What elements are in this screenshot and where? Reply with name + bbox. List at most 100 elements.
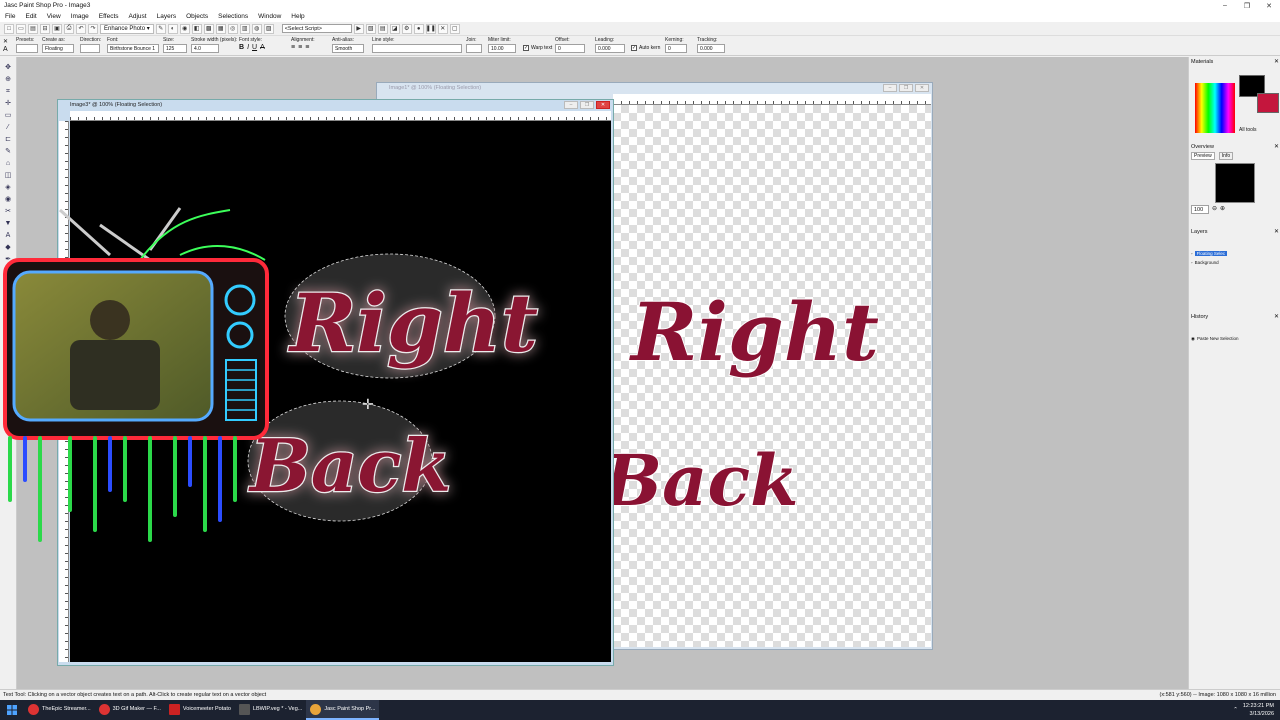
doc-maximize-button[interactable]: ❐ bbox=[580, 101, 594, 109]
info-tab[interactable]: Info bbox=[1218, 152, 1234, 160]
taskbar-app[interactable]: Voicemeeter Potato bbox=[165, 700, 235, 720]
zoom-tool-icon[interactable]: ⊕ bbox=[3, 75, 13, 85]
browse-icon[interactable]: ▤ bbox=[28, 23, 38, 34]
menu-window[interactable]: Window bbox=[253, 13, 286, 20]
align-left-icon[interactable]: ≡ bbox=[291, 44, 295, 51]
new-file-icon[interactable]: □ bbox=[4, 23, 14, 34]
create-as-dropdown[interactable]: Floating bbox=[42, 44, 74, 53]
preview-tab[interactable]: Preview bbox=[1191, 152, 1215, 160]
export-icon[interactable]: ▨ bbox=[263, 23, 274, 34]
clone-brush-icon[interactable]: ⌂ bbox=[3, 159, 13, 169]
adjust-icon[interactable]: ◐ bbox=[167, 23, 178, 34]
chevron-up-icon[interactable]: ⌃ bbox=[1233, 707, 1238, 713]
doc-maximize-button[interactable]: ❐ bbox=[899, 84, 913, 92]
script-options-icon[interactable]: ◪ bbox=[389, 23, 400, 34]
close-icon[interactable]: ✕ bbox=[1274, 313, 1279, 322]
layer-visibility-icon[interactable]: ◦ bbox=[1191, 260, 1193, 265]
taskbar-app[interactable]: LBWIP.veg * - Veg... bbox=[235, 700, 306, 720]
paint-brush-icon[interactable]: ✎ bbox=[3, 147, 13, 157]
record-icon[interactable]: ● bbox=[413, 23, 424, 34]
print-icon[interactable]: ⎙ bbox=[64, 23, 74, 34]
save-icon[interactable]: ▣ bbox=[52, 23, 62, 34]
bold-button[interactable]: B bbox=[239, 44, 244, 51]
maximize-button[interactable]: ❐ bbox=[1236, 2, 1258, 10]
menu-file[interactable]: File bbox=[0, 13, 20, 20]
overview-thumbnail[interactable] bbox=[1215, 163, 1255, 203]
miter-limit-input[interactable]: 10.00 bbox=[488, 44, 516, 53]
eyedropper-icon[interactable]: ✎ bbox=[155, 23, 166, 34]
antialias-dropdown[interactable]: Smooth bbox=[332, 44, 364, 53]
close-icon[interactable]: ✕ bbox=[1274, 58, 1279, 67]
layer-item[interactable]: Background bbox=[1195, 260, 1219, 265]
taskbar-app[interactable]: Jasc Paint Shop Pr... bbox=[306, 700, 380, 720]
script-mode-icon[interactable]: ▤ bbox=[377, 23, 388, 34]
run-script-icon[interactable]: ▶ bbox=[353, 23, 364, 34]
kerning-input[interactable]: 0 bbox=[665, 44, 687, 53]
mask-icon[interactable]: ▩ bbox=[203, 23, 214, 34]
edit-script-icon[interactable]: ▧ bbox=[365, 23, 376, 34]
doc-close-button[interactable]: ✕ bbox=[915, 84, 929, 92]
script-settings-icon[interactable]: ⚙ bbox=[401, 23, 412, 34]
enhance-photo-button[interactable]: Enhance Photo ▾ bbox=[100, 23, 154, 34]
doc-minimize-button[interactable]: – bbox=[883, 84, 897, 92]
taskbar-app[interactable]: 3D Gif Maker — F... bbox=[95, 700, 165, 720]
menu-objects[interactable]: Objects bbox=[181, 13, 213, 20]
doc-minimize-button[interactable]: – bbox=[564, 101, 578, 109]
select-script-dropdown[interactable]: <Select Script> bbox=[281, 24, 352, 33]
selection-tool-icon[interactable]: ▭ bbox=[3, 111, 13, 121]
save-script-icon[interactable]: ▢ bbox=[449, 23, 460, 34]
zoom-out-icon[interactable]: ⊖ bbox=[1212, 205, 1217, 214]
strikethrough-button[interactable]: A bbox=[260, 44, 265, 51]
color-spectrum[interactable] bbox=[1195, 83, 1235, 133]
tracking-input[interactable]: 0.000 bbox=[697, 44, 725, 53]
background-swatch[interactable] bbox=[1257, 93, 1279, 113]
minimize-button[interactable]: – bbox=[1214, 2, 1236, 10]
pause-icon[interactable]: ❚❚ bbox=[426, 23, 436, 34]
transparent-canvas[interactable]: Right Back bbox=[613, 105, 931, 647]
menu-view[interactable]: View bbox=[42, 13, 66, 20]
align-center-icon[interactable]: ≡ bbox=[298, 44, 302, 51]
palette-icon[interactable]: ◍ bbox=[251, 23, 262, 34]
leading-input[interactable]: 0.000 bbox=[595, 44, 625, 53]
layer-item[interactable]: Floating Selec bbox=[1194, 251, 1228, 256]
menu-adjust[interactable]: Adjust bbox=[124, 13, 152, 20]
animation-icon[interactable]: ▦ bbox=[215, 23, 226, 34]
menu-selections[interactable]: Selections bbox=[213, 13, 253, 20]
start-button[interactable] bbox=[0, 700, 24, 720]
flood-fill-icon[interactable]: ◈ bbox=[3, 183, 13, 193]
zoom-input[interactable]: 100 bbox=[1191, 205, 1209, 214]
open-folder-icon[interactable]: ▭ bbox=[16, 23, 26, 34]
offset-input[interactable]: 0 bbox=[555, 44, 585, 53]
layer-visibility-icon[interactable]: ◦ bbox=[1191, 251, 1193, 256]
auto-kern-checkbox[interactable]: ✓ bbox=[631, 45, 637, 51]
menu-effects[interactable]: Effects bbox=[94, 13, 124, 20]
cancel-icon[interactable]: ✕ bbox=[437, 23, 448, 34]
stroke-width-input[interactable]: 4.0 bbox=[191, 44, 219, 53]
close-icon[interactable]: ✕ bbox=[1274, 228, 1279, 237]
deform-tool-icon[interactable]: ⌗ bbox=[3, 87, 13, 97]
clock[interactable]: 12:23:21 PM 3/13/2026 bbox=[1243, 702, 1274, 718]
doc-close-button[interactable]: ✕ bbox=[596, 101, 610, 109]
menu-edit[interactable]: Edit bbox=[20, 13, 41, 20]
pan-tool-icon[interactable]: ✥ bbox=[3, 63, 13, 73]
close-button[interactable]: ✕ bbox=[1258, 2, 1280, 10]
layer-icon[interactable]: ◧ bbox=[191, 23, 202, 34]
scan-icon[interactable]: ⊟ bbox=[40, 23, 50, 34]
warp-text-checkbox[interactable]: ✓ bbox=[523, 45, 529, 51]
menu-layers[interactable]: Layers bbox=[152, 13, 182, 20]
font-dropdown[interactable]: Birthstone Bounce 1 bbox=[107, 44, 159, 53]
crop-tool-icon[interactable]: ⊏ bbox=[3, 135, 13, 145]
menu-help[interactable]: Help bbox=[286, 13, 309, 20]
close-options-icon[interactable]: ✕ bbox=[3, 38, 8, 45]
underline-button[interactable]: U bbox=[252, 44, 257, 51]
menu-image[interactable]: Image bbox=[66, 13, 94, 20]
size-dropdown[interactable]: 125 bbox=[163, 44, 187, 53]
history-item[interactable]: Paste New Selection bbox=[1197, 336, 1239, 341]
zoom-in-icon[interactable]: ⊕ bbox=[1220, 205, 1225, 214]
undo-icon[interactable]: ↶ bbox=[76, 23, 86, 34]
fill-icon[interactable]: ◉ bbox=[179, 23, 190, 34]
close-icon[interactable]: ✕ bbox=[1274, 143, 1279, 152]
web-icon[interactable]: ◎ bbox=[227, 23, 238, 34]
italic-button[interactable]: I bbox=[247, 44, 249, 51]
align-right-icon[interactable]: ≡ bbox=[305, 44, 309, 51]
